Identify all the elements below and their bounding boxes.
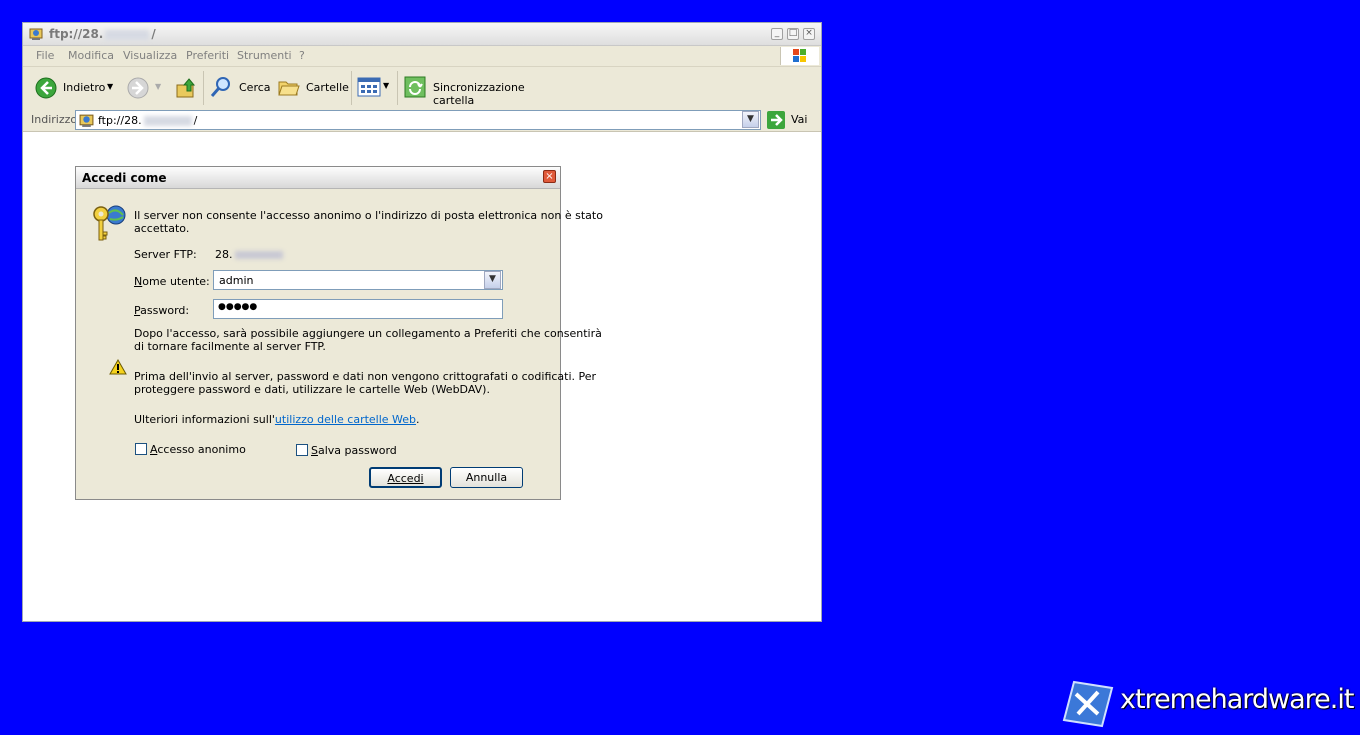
login-button[interactable]: Accedi bbox=[369, 467, 442, 488]
menu-modifica[interactable]: Modifica bbox=[68, 49, 114, 62]
forward-button[interactable]: ▼ bbox=[127, 77, 167, 101]
username-combo[interactable]: admin ▼ bbox=[213, 270, 503, 290]
address-input[interactable]: ftp://28. / ▼ bbox=[75, 110, 761, 130]
sync-label: Sincronizzazione cartella bbox=[433, 81, 525, 107]
search-label: Cerca bbox=[239, 81, 271, 94]
toolbar-separator bbox=[203, 71, 204, 105]
menu-help[interactable]: ? bbox=[299, 49, 305, 62]
toolbar-separator bbox=[351, 71, 352, 105]
views-icon bbox=[357, 77, 381, 97]
username-value: admin bbox=[219, 274, 254, 287]
menu-bar: File Modifica Visualizza Preferiti Strum… bbox=[23, 46, 821, 67]
folders-button[interactable]: Cartelle bbox=[277, 75, 349, 101]
password-value: ●●●●● bbox=[218, 302, 258, 312]
folders-label: Cartelle bbox=[306, 81, 349, 94]
search-button[interactable]: Cerca bbox=[209, 75, 271, 101]
windows-logo bbox=[780, 47, 819, 65]
xtremehardware-x-icon bbox=[1062, 680, 1114, 728]
server-value: 28. bbox=[215, 248, 285, 261]
back-arrow-icon bbox=[35, 77, 57, 99]
keys-globe-icon bbox=[93, 205, 126, 241]
toolbar: Indietro ▼ ▼ Cerca Cartelle ▼ Sincronizz… bbox=[23, 67, 821, 110]
folders-icon bbox=[278, 81, 300, 96]
go-arrow-icon bbox=[767, 111, 785, 129]
forward-arrow-icon bbox=[127, 77, 149, 99]
login-dialog: Accedi come × Il server non consente l'a… bbox=[75, 166, 603, 500]
back-dropdown-icon[interactable]: ▼ bbox=[107, 82, 113, 91]
menu-preferiti[interactable]: Preferiti bbox=[186, 49, 229, 62]
webdav-help-link[interactable]: utilizzo delle cartelle Web bbox=[275, 413, 416, 426]
maximize-button[interactable]: □ bbox=[787, 28, 799, 40]
menu-strumenti[interactable]: Strumenti bbox=[237, 49, 292, 62]
intro-text-line2: accettato. bbox=[134, 222, 190, 235]
more-info-text: Ulteriori informazioni sull'utilizzo del… bbox=[134, 413, 420, 426]
ftp-folder-icon bbox=[79, 114, 94, 127]
server-label: Server FTP: bbox=[134, 248, 197, 261]
redacted-ip bbox=[143, 116, 192, 126]
views-button[interactable]: ▼ bbox=[357, 77, 391, 99]
anonymous-login-label[interactable]: Accesso anonimo bbox=[150, 443, 246, 456]
password-field[interactable]: ●●●●● bbox=[213, 299, 503, 319]
after-login-text-line2: di tornare facilmente al server FTP. bbox=[134, 340, 326, 353]
forward-dropdown-icon: ▼ bbox=[155, 82, 162, 91]
minimize-button[interactable]: _ bbox=[771, 28, 783, 40]
menu-file[interactable]: File bbox=[36, 49, 54, 62]
intro-text-line1: Il server non consente l'accesso anonimo… bbox=[134, 209, 603, 222]
dialog-title: Accedi come bbox=[82, 171, 167, 185]
address-label: Indirizzo bbox=[31, 113, 78, 126]
warning-icon bbox=[109, 359, 127, 375]
cancel-button[interactable]: Annulla bbox=[450, 467, 523, 488]
after-login-text-line1: Dopo l'accesso, sarà possibile aggiunger… bbox=[134, 327, 602, 340]
go-button[interactable]: Vai bbox=[767, 111, 817, 129]
redacted-ip bbox=[234, 251, 283, 259]
toolbar-separator bbox=[397, 71, 398, 105]
warning-text-line2: proteggere password e dati, utilizzare l… bbox=[134, 383, 490, 396]
back-label: Indietro bbox=[63, 81, 106, 94]
anonymous-login-checkbox[interactable] bbox=[135, 443, 147, 455]
address-value: ftp://28. / bbox=[98, 114, 198, 127]
save-password-checkbox[interactable] bbox=[296, 444, 308, 456]
sync-icon bbox=[404, 76, 426, 98]
redacted-ip bbox=[105, 29, 150, 40]
window-titlebar[interactable]: ftp://28. / _ □ × bbox=[23, 23, 821, 46]
watermark-text: xtremehardware.it bbox=[1120, 684, 1354, 715]
address-bar: Indirizzo ftp://28. / ▼ Vai bbox=[23, 109, 821, 132]
up-folder-icon[interactable] bbox=[175, 77, 197, 99]
username-label: Nome utente: bbox=[134, 275, 210, 288]
username-dropdown-button[interactable]: ▼ bbox=[484, 271, 501, 289]
back-button[interactable]: Indietro ▼ bbox=[33, 73, 115, 103]
xtremehardware-logo: xtremehardware.it bbox=[1060, 676, 1360, 732]
menu-visualizza[interactable]: Visualizza bbox=[123, 49, 177, 62]
dialog-close-button[interactable]: × bbox=[543, 170, 556, 183]
views-dropdown-icon: ▼ bbox=[383, 81, 390, 90]
address-dropdown-button[interactable]: ▼ bbox=[742, 111, 759, 128]
close-window-button[interactable]: × bbox=[803, 28, 815, 40]
sync-folder-button[interactable]: Sincronizzazione cartella bbox=[403, 75, 553, 107]
dialog-body: Il server non consente l'accesso anonimo… bbox=[79, 189, 603, 496]
window-title: ftp://28. / bbox=[49, 27, 156, 41]
windows-flag-icon bbox=[793, 49, 806, 62]
warning-text-line1: Prima dell'invio al server, password e d… bbox=[134, 370, 597, 383]
dialog-titlebar[interactable]: Accedi come × bbox=[76, 167, 560, 189]
go-label: Vai bbox=[791, 113, 808, 126]
password-label: Password: bbox=[134, 304, 190, 317]
ftp-folder-icon bbox=[29, 28, 43, 40]
search-icon bbox=[210, 77, 230, 97]
save-password-label[interactable]: Salva password bbox=[311, 444, 397, 457]
